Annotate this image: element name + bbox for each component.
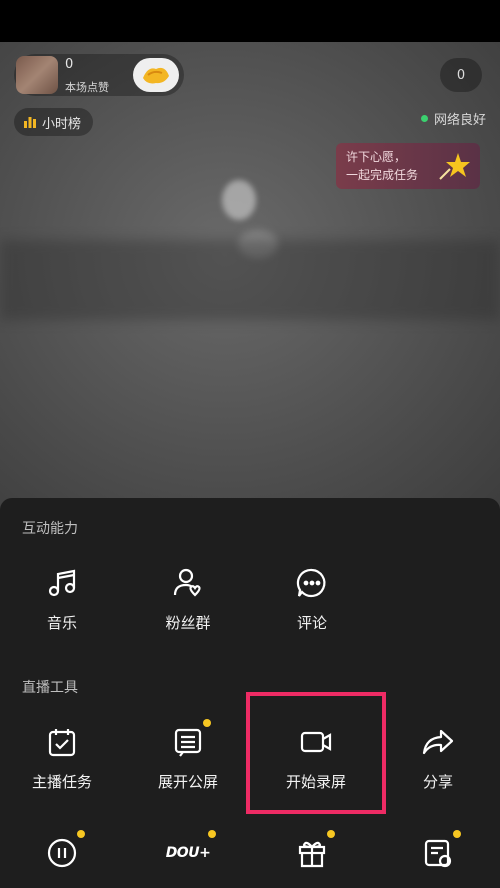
tool-share[interactable]: 分享 [378, 725, 498, 792]
hour-rank-button[interactable]: 小时榜 [14, 108, 94, 136]
tool-label: 音乐 [46, 614, 77, 632]
tool-comment[interactable]: 评论 [252, 566, 372, 633]
dou-plus-icon: DOU+ [165, 845, 211, 861]
section-title-tools: 直播工具 [22, 680, 78, 696]
wish-card-text: 许下心愿， 一起完成任务 [346, 150, 419, 182]
badge-dot [453, 830, 461, 838]
tool-label: 开始录屏 [285, 773, 346, 791]
like-count: 0 [65, 57, 74, 72]
wish-card[interactable]: 许下心愿， 一起完成任务 [336, 143, 480, 189]
tool-pause[interactable] [2, 830, 122, 870]
live-tools-sheet: 互动能力 音乐 粉丝群 评论 直播工具 主播任务 展开公屏 开始录屏 分享 DO… [0, 498, 500, 888]
tool-music[interactable]: 音乐 [2, 566, 122, 633]
tool-label: 展开公屏 [157, 773, 218, 791]
like-count-label: 本场点赞 [65, 81, 109, 94]
star-icon [439, 153, 470, 180]
section-title-interact: 互动能力 [22, 521, 78, 537]
network-status: 网络良好 [420, 109, 486, 128]
viewer-count[interactable]: 0 [440, 58, 482, 92]
settings-card-icon [424, 839, 452, 868]
task-calendar-icon [48, 729, 76, 757]
public-screen-icon [174, 728, 202, 757]
gift-box-icon [143, 67, 169, 84]
badge-dot [77, 830, 85, 838]
share-icon [422, 729, 454, 755]
tool-label: 分享 [422, 773, 453, 791]
network-dot-icon [420, 115, 428, 122]
tool-settings-card[interactable] [378, 830, 498, 870]
bar-chart-icon [24, 117, 36, 128]
tool-gift[interactable] [252, 830, 372, 870]
network-status-label: 网络良好 [433, 113, 486, 128]
badge-dot [203, 719, 211, 727]
music-icon [48, 569, 76, 597]
tool-public-screen[interactable]: 展开公屏 [128, 719, 248, 792]
fan-group-icon [173, 568, 201, 597]
badge-dot [327, 830, 335, 838]
gift-icon [298, 841, 326, 868]
video-camera-icon [300, 731, 332, 753]
hour-rank-label: 小时榜 [42, 116, 82, 132]
badge-dot [208, 830, 216, 838]
tool-anchor-task[interactable]: 主播任务 [2, 725, 122, 792]
gift-button[interactable] [133, 58, 179, 92]
tool-label: 评论 [296, 614, 327, 632]
tool-dou-plus[interactable]: DOU+ [128, 830, 248, 870]
comment-icon [296, 568, 326, 598]
tool-label: 主播任务 [31, 773, 92, 791]
avatar[interactable] [16, 56, 58, 94]
tool-label: 粉丝群 [165, 614, 211, 632]
pause-icon [47, 838, 77, 868]
tool-fan-group[interactable]: 粉丝群 [128, 566, 248, 633]
tool-start-recording[interactable]: 开始录屏 [256, 725, 376, 792]
